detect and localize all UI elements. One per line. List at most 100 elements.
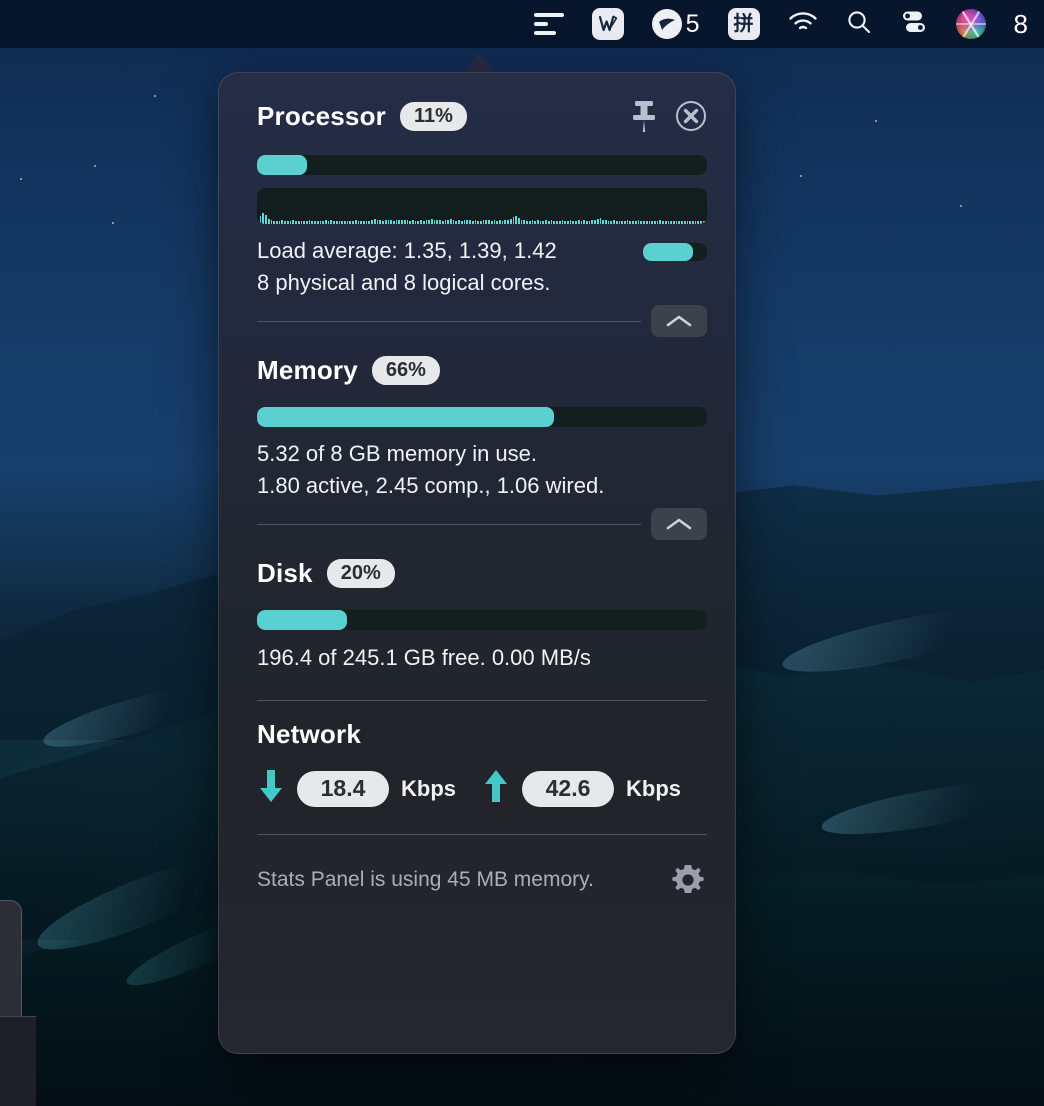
history-bar xyxy=(306,221,308,224)
history-bar xyxy=(662,221,664,224)
history-bar xyxy=(311,221,313,224)
settings-button[interactable] xyxy=(669,861,707,899)
history-bar xyxy=(654,221,656,224)
history-bar xyxy=(629,221,631,224)
history-bar xyxy=(464,220,466,224)
history-bar xyxy=(382,221,384,224)
history-bar xyxy=(398,220,400,225)
w-app-icon xyxy=(592,8,624,40)
history-bar xyxy=(640,221,642,224)
memory-title: Memory xyxy=(257,355,358,386)
memory-usage-line: 5.32 of 8 GB memory in use. xyxy=(257,438,707,470)
network-header: Network xyxy=(257,719,707,750)
star xyxy=(154,95,156,97)
history-bar xyxy=(605,220,607,224)
panel-header-actions xyxy=(631,99,707,133)
history-bar xyxy=(385,220,387,224)
history-bar xyxy=(564,221,566,224)
processor-collapse-button[interactable] xyxy=(651,305,707,337)
history-bar xyxy=(396,220,398,224)
processor-details: Load average: 1.35, 1.39, 1.42 8 physica… xyxy=(257,235,707,299)
history-bar xyxy=(586,221,588,224)
history-bar xyxy=(295,221,297,224)
history-bar xyxy=(466,220,468,225)
history-bar xyxy=(325,220,327,224)
history-bar xyxy=(621,221,623,224)
history-bar xyxy=(570,220,572,224)
history-bar xyxy=(551,220,553,224)
history-bar xyxy=(455,221,457,224)
history-bar xyxy=(379,220,381,224)
history-bar xyxy=(638,220,640,224)
history-bar xyxy=(388,220,390,225)
history-bar xyxy=(575,221,577,224)
history-bar xyxy=(423,221,425,224)
close-button[interactable] xyxy=(675,100,707,132)
wifi-icon-button[interactable] xyxy=(774,0,832,48)
history-bar xyxy=(700,221,702,224)
history-bar xyxy=(268,219,270,224)
processor-usage-bar xyxy=(257,155,707,175)
wing-badge-icon xyxy=(652,9,682,39)
history-bar xyxy=(314,221,316,224)
star xyxy=(94,165,96,167)
memory-usage-bar xyxy=(257,407,707,427)
history-bar xyxy=(341,221,343,224)
memory-footer-row xyxy=(257,508,707,540)
history-bar xyxy=(374,219,376,224)
upload-unit: Kbps xyxy=(626,776,681,802)
history-bar xyxy=(358,221,360,224)
history-bar xyxy=(589,221,591,224)
history-bar xyxy=(404,220,406,225)
processor-title: Processor xyxy=(257,101,386,132)
notification-badge-icon[interactable]: 5 xyxy=(638,0,714,48)
star xyxy=(800,175,802,177)
processor-footer-row xyxy=(257,305,707,337)
disk-header: Disk 20% xyxy=(257,558,707,589)
memory-collapse-button[interactable] xyxy=(651,508,707,540)
history-bar xyxy=(328,221,330,224)
control-center-icon-button[interactable] xyxy=(886,0,942,48)
history-bar xyxy=(284,221,286,224)
list-menu-icon[interactable] xyxy=(520,0,578,48)
history-bar xyxy=(703,221,705,224)
history-bar xyxy=(439,220,441,224)
history-bar xyxy=(657,221,659,224)
background-window-edge-lower[interactable] xyxy=(0,1016,36,1106)
history-bar xyxy=(676,221,678,224)
writing-app-icon[interactable] xyxy=(578,0,638,48)
history-bar xyxy=(521,220,523,225)
upload-value: 42.6 xyxy=(522,771,614,807)
history-bar xyxy=(624,221,626,224)
history-bar xyxy=(287,221,289,224)
history-bar xyxy=(368,221,370,224)
disk-usage-line: 196.4 of 245.1 GB free. 0.00 MB/s xyxy=(257,642,707,674)
history-bar xyxy=(583,220,585,224)
history-bar xyxy=(417,221,419,224)
pin-button[interactable] xyxy=(631,99,657,133)
menu-bar: 5 拼 xyxy=(0,0,1044,48)
disk-usage-fill xyxy=(257,610,347,630)
input-method-icon[interactable]: 拼 xyxy=(714,0,774,48)
history-bar xyxy=(445,220,447,224)
history-bar xyxy=(491,221,493,224)
spotlight-search-icon-button[interactable] xyxy=(832,0,886,48)
clock[interactable]: 8 xyxy=(1000,0,1034,48)
disk-usage-bar xyxy=(257,610,707,630)
history-bar xyxy=(409,221,411,224)
history-bar xyxy=(553,221,555,224)
list-icon xyxy=(534,13,564,35)
history-bar xyxy=(453,220,455,224)
siri-icon-button[interactable] xyxy=(942,0,1000,48)
history-bar xyxy=(265,215,267,224)
history-bar xyxy=(562,220,564,224)
history-bar xyxy=(504,220,506,224)
history-bar xyxy=(668,221,670,224)
history-bar xyxy=(290,221,292,224)
history-bar xyxy=(260,216,262,224)
history-bar xyxy=(610,221,612,224)
history-bar xyxy=(472,221,474,224)
history-bar xyxy=(689,221,691,224)
history-bar xyxy=(298,221,300,224)
history-bar xyxy=(475,220,477,224)
